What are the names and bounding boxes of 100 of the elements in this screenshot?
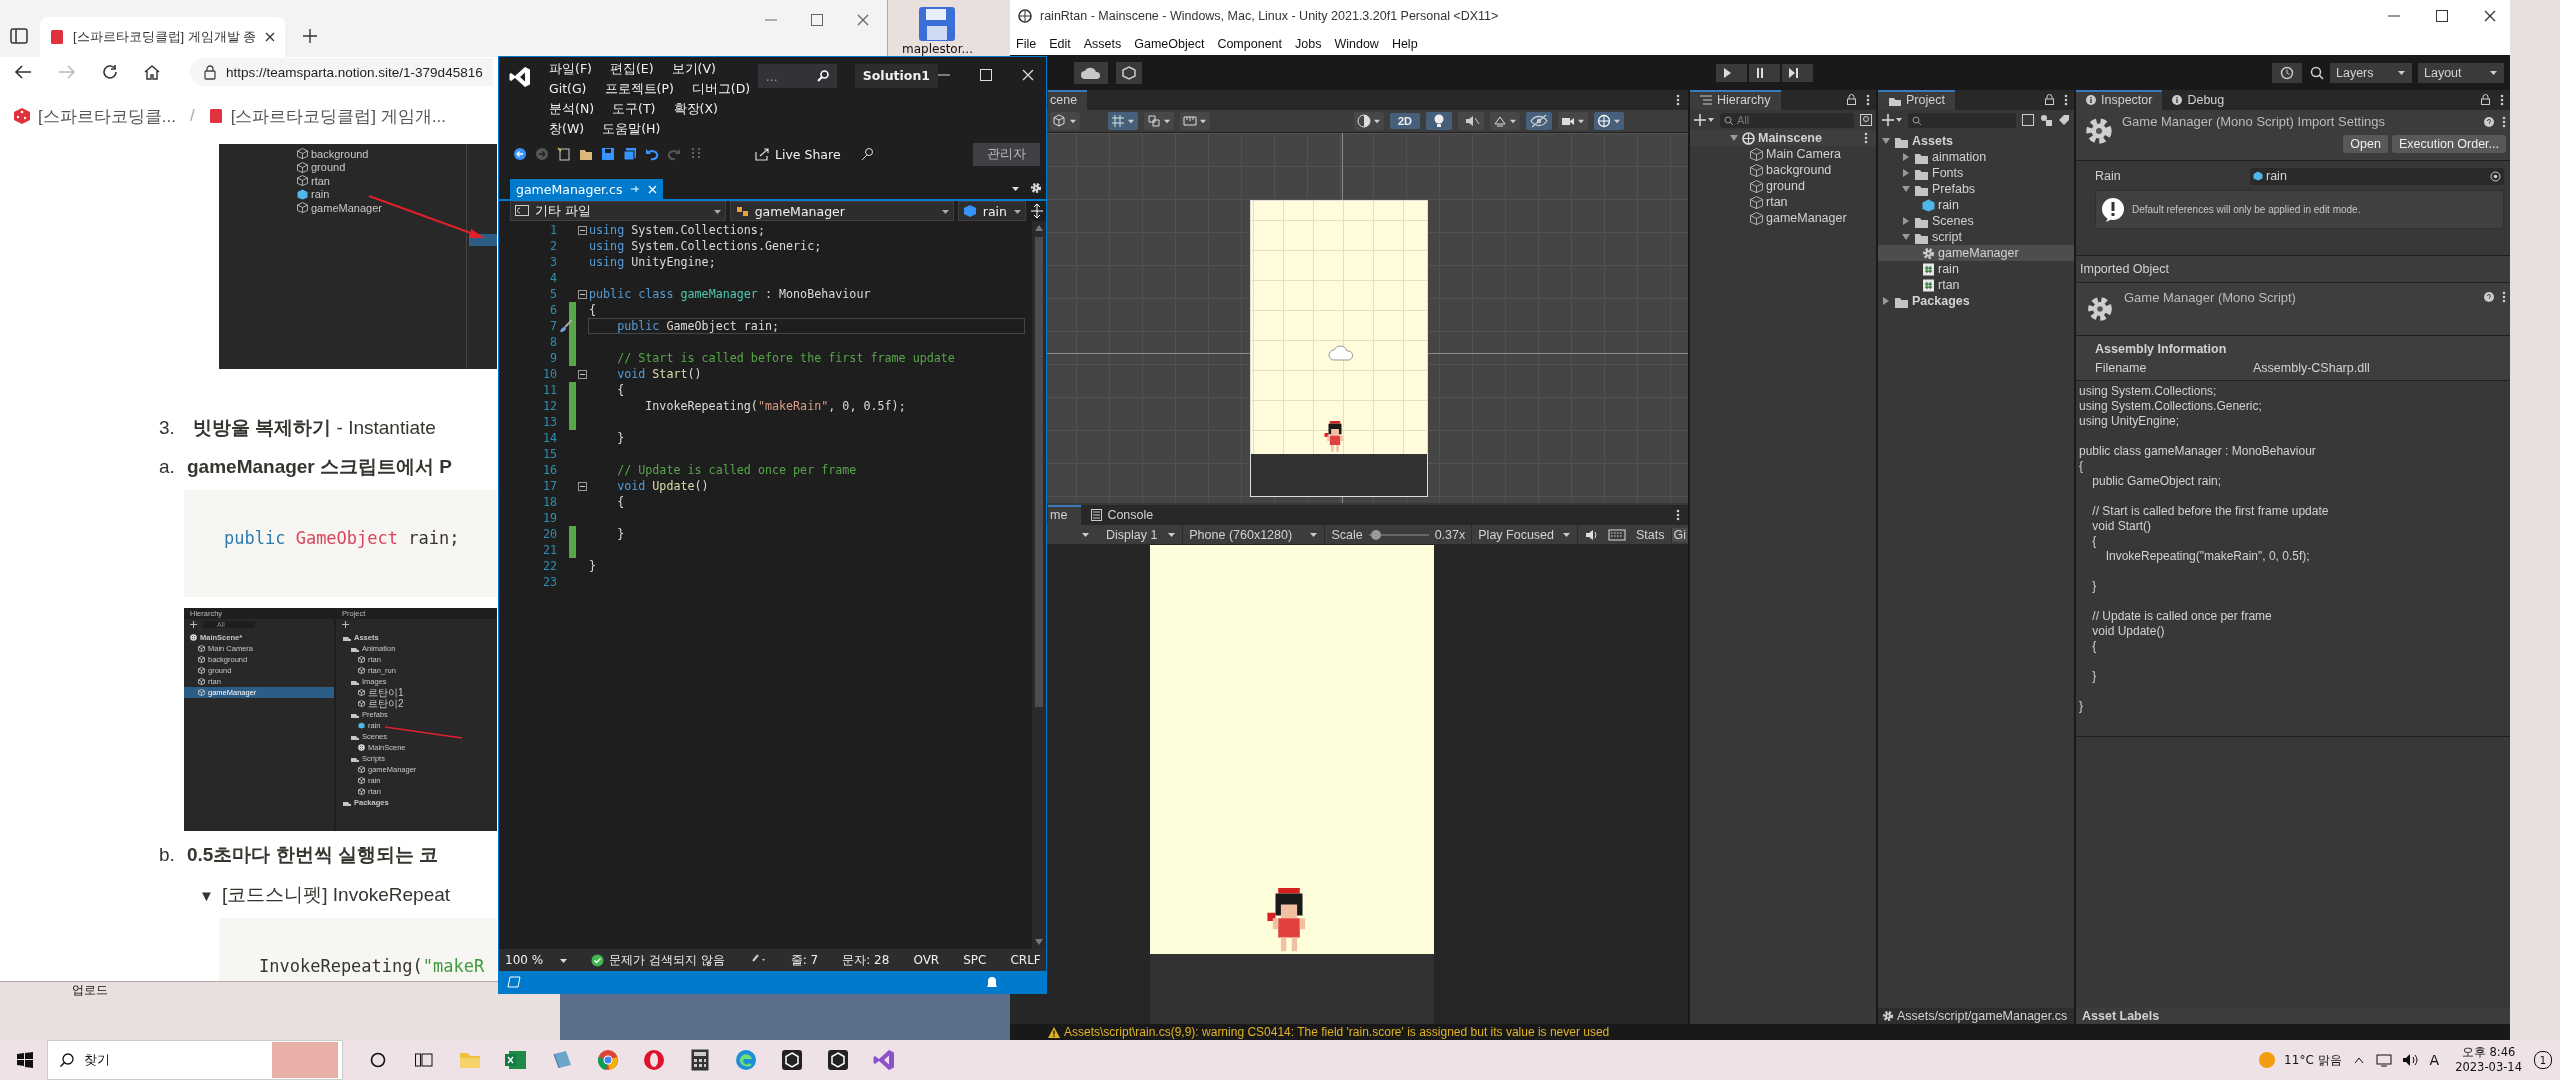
- tree-item[interactable]: ground: [1690, 178, 1876, 194]
- toggle-arrow[interactable]: ▼: [199, 886, 222, 904]
- collapsed-arrow-icon[interactable]: [1902, 153, 1910, 161]
- tree-item[interactable]: rain: [1878, 261, 2074, 277]
- tree-item[interactable]: ainmation: [1878, 149, 2074, 165]
- menu-item[interactable]: 보기(V): [671, 61, 716, 77]
- zoom-dropdown[interactable]: 100 %: [505, 953, 568, 967]
- bell-icon[interactable]: [986, 975, 998, 989]
- edge-icon[interactable]: [735, 1049, 757, 1071]
- feedback-icon[interactable]: [860, 147, 875, 161]
- unity-logo-icon[interactable]: [827, 1049, 849, 1071]
- cube-dropdown-icon[interactable]: [1050, 112, 1080, 130]
- light-bulb-icon[interactable]: [1426, 112, 1453, 130]
- tree-item[interactable]: background: [219, 147, 497, 161]
- play-mode-dropdown[interactable]: Play Focused: [1472, 525, 1578, 544]
- help-icon[interactable]: [2484, 292, 2494, 302]
- weather-text[interactable]: 11°C 맑음: [2284, 1051, 2342, 1069]
- menu-item[interactable]: 편집(E): [609, 61, 654, 77]
- open-folder-icon[interactable]: [579, 147, 593, 161]
- menu-item[interactable]: Help: [1391, 36, 1418, 51]
- play-icon[interactable]: [1716, 63, 1747, 82]
- browser-tab[interactable]: [스파르타코딩클럽] 게임개발 종: [40, 17, 286, 57]
- inspector-tab[interactable]: Inspector: [2076, 90, 2163, 110]
- issues-status[interactable]: 문제가 검색되지 않음: [591, 951, 725, 969]
- network-icon[interactable]: [2375, 1053, 2392, 1067]
- gizmo-dropdown-icon[interactable]: [1594, 112, 1625, 130]
- collapsed-arrow-icon[interactable]: [1882, 297, 1890, 305]
- menu-item[interactable]: File: [1016, 36, 1037, 51]
- more-icon[interactable]: [2500, 94, 2504, 106]
- menu-item[interactable]: 분석(N): [549, 101, 595, 117]
- step-icon[interactable]: [1782, 63, 1813, 82]
- brush-icon[interactable]: [559, 319, 573, 333]
- more-icon[interactable]: [1866, 94, 1870, 106]
- menu-item[interactable]: 파일(F): [549, 61, 592, 77]
- nav-dropdown[interactable]: gameManager: [729, 201, 954, 221]
- eye-slash-icon[interactable]: [1526, 112, 1553, 130]
- tree-item[interactable]: Main Camera: [1690, 146, 1876, 162]
- tree-item[interactable]: Prefabs: [1878, 181, 2074, 197]
- tree-item[interactable]: Assets: [1878, 133, 2074, 149]
- collab-icon[interactable]: [1116, 61, 1142, 84]
- visual-studio-logo-icon[interactable]: [873, 1049, 895, 1071]
- camera-dropdown-icon[interactable]: [1558, 112, 1589, 130]
- calculator-icon[interactable]: [691, 1049, 709, 1071]
- tree-item[interactable]: 르탄이1: [336, 687, 404, 698]
- target-icon[interactable]: [2490, 170, 2501, 182]
- shading-dropdown-icon[interactable]: [1354, 112, 1384, 130]
- tree-item[interactable]: Scenes: [1878, 213, 2074, 229]
- gizmos-button[interactable]: Gi: [1671, 527, 1688, 542]
- tree-item[interactable]: ground: [219, 160, 497, 174]
- split-icon[interactable]: [1030, 204, 1044, 218]
- gear-icon[interactable]: [1030, 182, 1042, 194]
- tree-item[interactable]: rtan: [1878, 277, 2074, 293]
- display-dropdown[interactable]: Display 1: [1100, 525, 1184, 544]
- expanded-arrow-icon[interactable]: [1882, 137, 1890, 145]
- more-icon[interactable]: [2502, 115, 2506, 128]
- spreadsheet-icon[interactable]: [505, 1050, 527, 1070]
- task-view-icon[interactable]: [415, 1052, 433, 1068]
- tree-item[interactable]: Packages: [1878, 293, 2074, 309]
- menu-item[interactable]: Git(G): [549, 81, 587, 97]
- new-file-icon[interactable]: [557, 147, 571, 161]
- shapes-icon[interactable]: [2040, 114, 2052, 126]
- more-icon[interactable]: [1676, 94, 1680, 106]
- opera-icon[interactable]: [643, 1049, 665, 1071]
- chrome-icon[interactable]: [597, 1049, 619, 1071]
- new-tab-icon[interactable]: [303, 28, 318, 43]
- close-icon[interactable]: [2484, 10, 2496, 22]
- panel-tab[interactable]: Project: [1878, 90, 1955, 110]
- breadcrumb-link[interactable]: [스파르타코딩클럽] 게임개...: [230, 104, 446, 128]
- editor-mode-indicator[interactable]: OVR: [913, 953, 940, 967]
- save-icon[interactable]: [601, 147, 615, 161]
- expanded-arrow-icon[interactable]: [1902, 185, 1910, 193]
- live-share-button[interactable]: Live Share: [755, 146, 841, 162]
- address-field[interactable]: https://teamsparta.notion.site/1-379d45816: [190, 58, 493, 86]
- menu-item[interactable]: 프로젝트(P): [604, 81, 674, 97]
- collapsed-arrow-icon[interactable]: [1902, 217, 1910, 225]
- menu-item[interactable]: Component: [1217, 36, 1282, 51]
- pin-icon[interactable]: [630, 184, 641, 194]
- search-icon[interactable]: [2310, 65, 2324, 80]
- collapse-icon[interactable]: [578, 289, 587, 299]
- history-icon[interactable]: [2272, 62, 2302, 83]
- tree-item[interactable]: Fonts: [1878, 165, 2074, 181]
- more-icon[interactable]: [2502, 291, 2506, 303]
- collapsed-arrow-icon[interactable]: [1902, 169, 1910, 177]
- search-field[interactable]: [1908, 112, 2016, 128]
- back-arrow-icon[interactable]: [14, 64, 32, 80]
- collapse-icon[interactable]: [578, 369, 587, 379]
- tag-icon[interactable]: [2058, 114, 2070, 126]
- menu-item[interactable]: 디버그(D): [691, 81, 751, 97]
- editor-mode-indicator[interactable]: CRLF: [1010, 953, 1041, 967]
- menu-item[interactable]: Window: [1334, 36, 1379, 51]
- more-icon[interactable]: [1676, 509, 1680, 521]
- add-dropdown-icon[interactable]: [1694, 114, 1714, 126]
- unity-logo-icon[interactable]: [781, 1049, 803, 1071]
- menu-item[interactable]: Edit: [1049, 36, 1071, 51]
- clock-time[interactable]: 오후 8:46: [2461, 1045, 2516, 1060]
- tree-item[interactable]: background: [1690, 162, 1876, 178]
- file-tab[interactable]: gameManager.cs: [510, 179, 664, 199]
- menu-item[interactable]: 도구(T): [612, 101, 656, 117]
- dropdown-icon[interactable]: [1011, 185, 1020, 193]
- scene-search-icon[interactable]: [2022, 114, 2034, 126]
